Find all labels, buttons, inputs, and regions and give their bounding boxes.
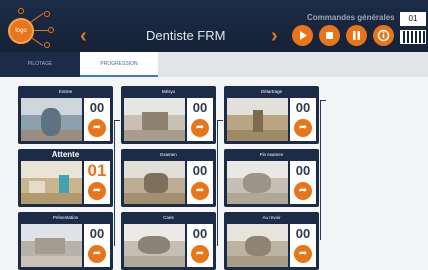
room-thumbnail[interactable] [227,161,288,204]
flow-connector [217,120,223,121]
go-arrow-icon[interactable]: ➦ [88,182,106,200]
go-arrow-icon[interactable]: ➦ [294,182,312,200]
page-title: Dentiste FRM [146,28,226,43]
step-title: Présentation [52,215,79,220]
step-title: Entree [58,89,73,94]
room-thumbnail[interactable] [227,98,288,141]
step-count: 01 [87,161,107,180]
step-count: 00 [295,163,311,178]
room-thumbnail[interactable] [21,161,82,204]
go-arrow-icon[interactable]: ➦ [294,119,312,137]
step-card-carie: Carie 00 ➦ [121,212,216,270]
commands-label: Commandes générales [307,13,395,22]
step-count: 00 [89,226,105,241]
go-arrow-icon[interactable]: ➦ [191,182,209,200]
next-arrow-icon[interactable]: › [271,26,278,46]
step-card-entree: Entree 00 ➦ [18,86,113,144]
step-card-mesyo: Mésyo 00 ➦ [121,86,216,144]
go-arrow-icon[interactable]: ➦ [88,119,106,137]
step-count: 00 [295,226,311,241]
step-title: Mésyo [161,89,176,94]
play-button[interactable] [292,25,313,46]
step-count: 00 [89,100,105,115]
logo: logo [4,6,58,48]
step-card-examen: Examen 00 ➦ [121,149,216,207]
logo-badge: logo [8,18,34,44]
step-card-presentation: Présentation 00 ➦ [18,212,113,270]
room-thumbnail[interactable] [21,98,82,141]
step-title: Fin examen [259,152,284,157]
go-arrow-icon[interactable]: ➦ [191,245,209,263]
info-button[interactable] [373,25,394,46]
flow-connector [320,100,326,101]
battery-icon [400,30,426,44]
step-count: 00 [192,226,208,241]
flow-connector [114,120,120,121]
tab-progression[interactable]: PROGRESSION [80,52,158,77]
stop-button[interactable] [319,25,340,46]
step-count: 00 [192,163,208,178]
step-card-au-revoir: Au revoir 00 ➦ [224,212,319,270]
tab-pilotage[interactable]: PILOTAGE [0,52,80,77]
flow-connector [217,120,218,246]
pause-button[interactable] [346,25,367,46]
room-thumbnail[interactable] [227,224,288,267]
step-title: Détartrage [260,89,283,94]
step-card-fin-examen: Fin examen 00 ➦ [224,149,319,207]
go-arrow-icon[interactable]: ➦ [88,245,106,263]
tab-bar: PILOTAGE PROGRESSION [0,52,428,77]
step-title: Au revoir [262,215,281,220]
step-title: Carie [163,215,174,220]
step-count: 00 [295,100,311,115]
step-card-detartrage: Détartrage 00 ➦ [224,86,319,144]
room-thumbnail[interactable] [21,224,82,267]
step-count: 00 [192,100,208,115]
app-header: logo ‹ Dentiste FRM › Commandes générale… [0,0,428,52]
step-title: Attente [51,150,80,159]
flow-connector [114,120,115,246]
room-thumbnail[interactable] [124,224,185,267]
room-thumbnail[interactable] [124,161,185,204]
session-counter: 01 [400,12,426,26]
previous-arrow-icon[interactable]: ‹ [80,26,87,46]
go-arrow-icon[interactable]: ➦ [294,245,312,263]
flow-connector [320,100,321,240]
go-arrow-icon[interactable]: ➦ [191,119,209,137]
room-thumbnail[interactable] [124,98,185,141]
step-title: Examen [160,152,177,157]
step-card-attente: Attente 01 ➦ [18,149,113,207]
